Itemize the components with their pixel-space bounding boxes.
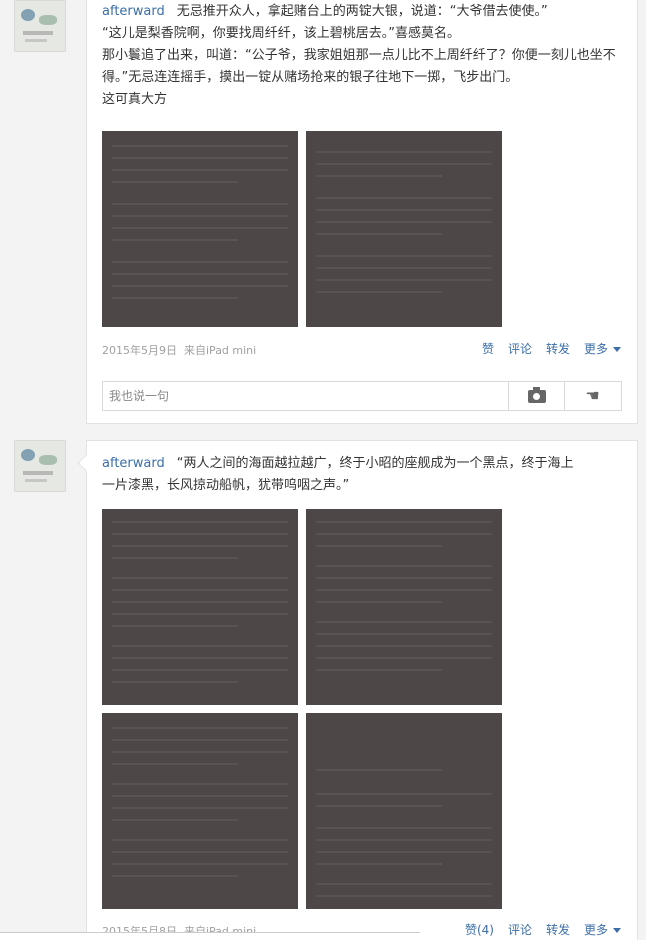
post-image[interactable] <box>306 713 502 909</box>
user-avatar[interactable] <box>14 440 66 492</box>
bottom-scroll-strip <box>0 932 420 940</box>
username-link[interactable]: afterward <box>102 456 165 471</box>
username-link[interactable]: afterward <box>102 4 165 19</box>
post-card: afterward “两人之间的海面越拉越广，终于小昭的座舰成为一个黑点，终于海上… <box>77 440 638 940</box>
post-actions: 赞(4) 评论 转发 更多 <box>465 921 621 938</box>
post-actions: 赞 评论 转发 更多 <box>482 340 621 357</box>
repost-button[interactable]: 转发 <box>546 340 570 357</box>
comment-button[interactable]: 评论 <box>508 340 532 357</box>
post-card: afterward 无忌推开众人，拿起赌台上的两锭大银，说道：“大爷借去使使。” … <box>86 0 638 424</box>
like-button[interactable]: 赞 <box>482 340 494 357</box>
comment-button[interactable]: 评论 <box>508 921 532 938</box>
add-photo-button[interactable] <box>508 382 564 410</box>
user-avatar[interactable] <box>14 0 66 52</box>
post-image[interactable] <box>102 713 298 909</box>
post-meta: 2015年5月9日 来自iPad mini <box>102 342 256 358</box>
comment-bar: ☚ <box>102 381 622 411</box>
like-comment-button[interactable]: ☚ <box>564 382 620 410</box>
post-image[interactable] <box>306 131 502 327</box>
post-source: 来自iPad mini <box>184 344 257 357</box>
post-image[interactable] <box>306 509 502 705</box>
more-button[interactable]: 更多 <box>584 921 621 938</box>
post-body: “这儿是梨香院啊，你要找周纤纤，该上碧桃居去。”喜感莫名。 那小鬟追了出来，叫道… <box>102 26 616 107</box>
post-text: afterward 无忌推开众人，拿起赌台上的两锭大银，说道：“大爷借去使使。” … <box>102 1 624 111</box>
camera-icon <box>527 386 546 403</box>
post-text: afterward “两人之间的海面越拉越广，终于小昭的座舰成为一个黑点，终于海上… <box>102 453 624 497</box>
post-date[interactable]: 2015年5月9日 <box>102 344 177 357</box>
post-body: 一片漆黑，长风掠动船帆，犹带呜咽之声。” <box>102 478 350 493</box>
post-image[interactable] <box>102 509 298 705</box>
like-button[interactable]: 赞(4) <box>465 921 494 938</box>
post-image[interactable] <box>102 131 298 327</box>
comment-input[interactable] <box>103 382 508 410</box>
more-button[interactable]: 更多 <box>584 340 621 357</box>
thumbs-up-icon: ☚ <box>585 386 600 405</box>
repost-button[interactable]: 转发 <box>546 921 570 938</box>
